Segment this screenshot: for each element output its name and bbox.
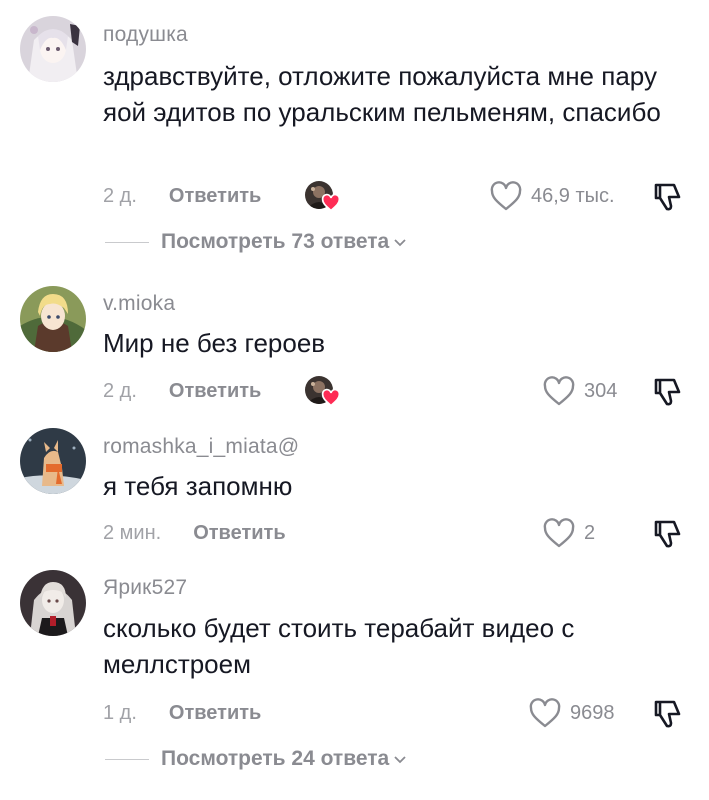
thumbs-down-icon <box>654 520 681 548</box>
comment-meta: 2 д. Ответить <box>103 181 261 211</box>
like-button[interactable]: 9698 <box>528 696 615 730</box>
view-replies-label: Посмотреть 24 ответа <box>161 747 390 770</box>
dislike-button[interactable] <box>650 696 684 730</box>
like-count: 9698 <box>570 701 615 724</box>
view-replies-button[interactable]: Посмотреть 24 ответа <box>105 744 407 774</box>
comment-meta: 1 д. Ответить <box>103 698 261 728</box>
thumbs-down-icon <box>654 700 681 728</box>
like-count: 304 <box>584 379 618 402</box>
reply-button[interactable]: Ответить <box>169 380 261 403</box>
view-replies-label: Посмотреть 73 ответа <box>161 230 390 253</box>
divider-line <box>105 241 149 243</box>
like-button[interactable]: 2 <box>542 516 595 550</box>
dislike-button[interactable] <box>650 516 684 550</box>
comment-text: я тебя запомню <box>103 471 293 501</box>
heart-outline-icon <box>529 698 561 728</box>
heart-filled-icon <box>321 388 341 407</box>
comment-time: 1 д. <box>103 701 137 724</box>
comment-username[interactable]: romashka_i_miata@ <box>103 435 299 459</box>
comment-username[interactable]: подушка <box>103 23 188 47</box>
divider-line <box>105 758 149 760</box>
comment-text: Мир не без героев <box>103 328 326 358</box>
comment-username[interactable]: v.mioka <box>103 292 175 316</box>
like-button[interactable]: 304 <box>542 374 617 408</box>
chevron-down-icon <box>394 756 406 764</box>
thumbs-down-icon <box>654 183 681 211</box>
comment-username[interactable]: Ярик527 <box>103 576 187 600</box>
chevron-down-icon <box>394 239 406 247</box>
thumbs-down-icon <box>654 378 681 406</box>
avatar[interactable] <box>20 570 86 636</box>
heart-outline-icon <box>543 376 575 406</box>
comment-time: 2 д. <box>103 184 137 207</box>
comment-time: 2 мин. <box>103 521 162 544</box>
heart-outline-icon <box>490 181 522 211</box>
dislike-button[interactable] <box>650 179 684 213</box>
heart-filled-icon <box>321 193 341 212</box>
creator-liked-badge <box>305 179 345 215</box>
reply-button[interactable]: Ответить <box>193 522 285 545</box>
reply-button[interactable]: Ответить <box>169 702 261 725</box>
reply-button[interactable]: Ответить <box>169 185 261 208</box>
comment-text: здравствуйте, отложите пожалуйста мне па… <box>103 61 661 127</box>
avatar[interactable] <box>20 286 86 352</box>
avatar[interactable] <box>20 428 86 494</box>
heart-outline-icon <box>543 518 575 548</box>
comment-text: сколько будет стоить терабайт видео с ме… <box>103 613 575 679</box>
comment-meta: 2 д. Ответить <box>103 376 261 406</box>
avatar[interactable] <box>20 16 86 82</box>
creator-liked-badge <box>305 374 345 410</box>
view-replies-button[interactable]: Посмотреть 73 ответа <box>105 227 407 257</box>
comment-time: 2 д. <box>103 379 137 402</box>
like-button[interactable]: 46,9 тыс. <box>489 179 615 213</box>
like-count: 46,9 тыс. <box>531 184 615 207</box>
comment-meta: 2 мин. Ответить <box>103 518 286 548</box>
dislike-button[interactable] <box>650 374 684 408</box>
like-count: 2 <box>584 521 596 544</box>
